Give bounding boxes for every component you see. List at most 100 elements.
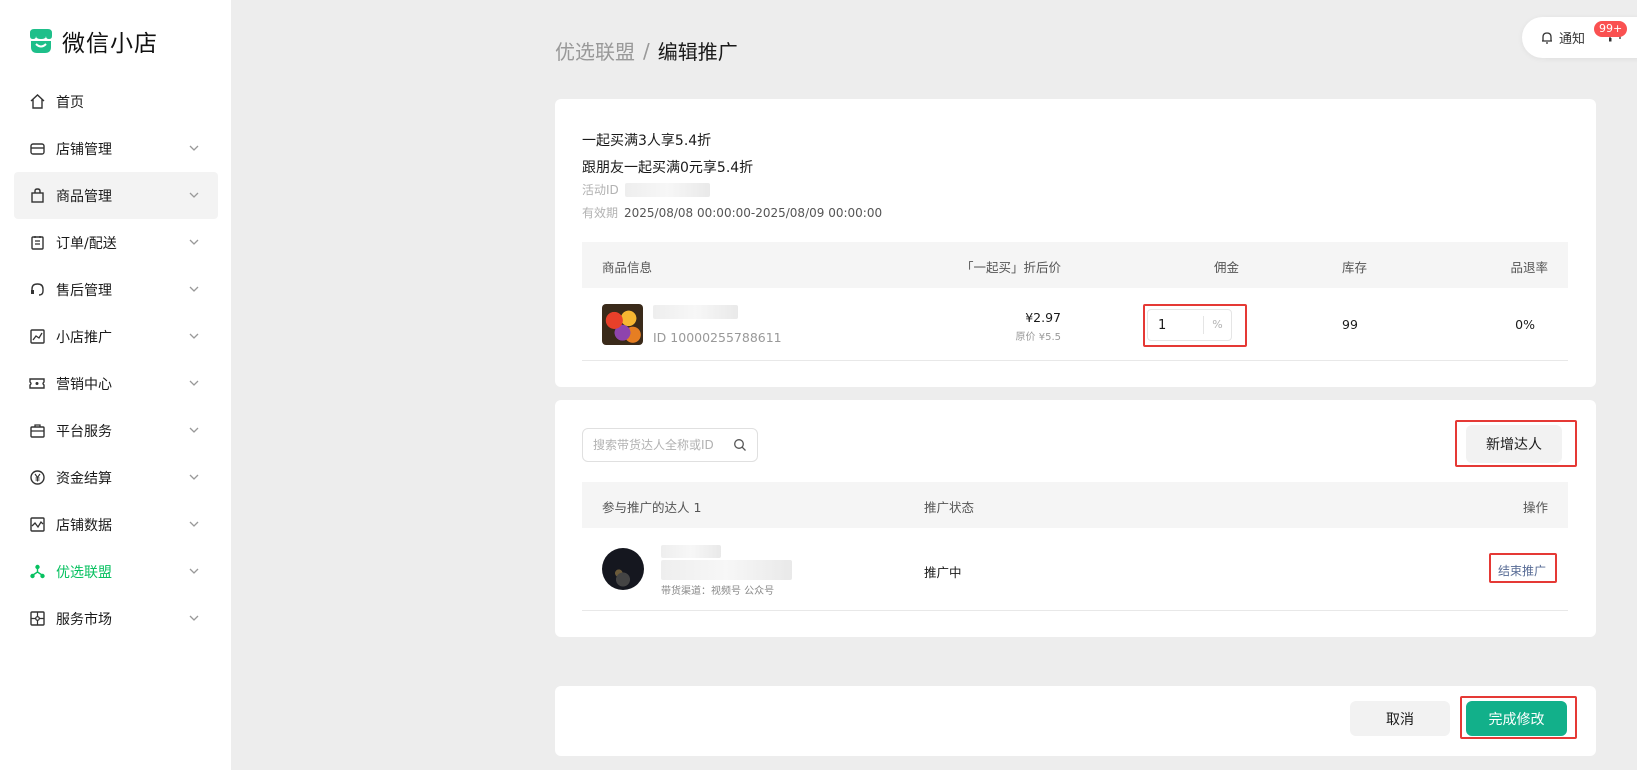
highlight-end-promotion [1489,553,1557,583]
sidebar-item-products[interactable]: 商品管理 [14,172,218,219]
trend-chart-icon [28,328,46,346]
sidebar-item-orders[interactable]: 订单/配送 [14,219,218,266]
store-icon [28,140,46,158]
promotion-status: 推广中 [924,565,962,580]
chevron-down-icon [189,615,199,621]
sidebar-item-label: 优选联盟 [56,564,112,581]
influencer-channels: 带货渠道：视频号 公众号 [661,586,775,597]
sidebar-item-marketing[interactable]: 营销中心 [14,360,218,407]
chevron-down-icon [189,474,199,480]
sidebar-item-aftersale[interactable]: 售后管理 [14,266,218,313]
influencer-table-header: 参与推广的达人 1 推广状态 操作 [582,482,1568,528]
chevron-down-icon [189,521,199,527]
sidebar: 微信小店 首页 店铺管理 商品管理 订单/配送 售后管理 小店推广 营销中心 平… [0,0,231,770]
chevron-down-icon [189,380,199,386]
footer-actions: 取消 完成修改 [555,686,1596,756]
line-chart-icon [28,516,46,534]
bell-icon[interactable] [1540,31,1554,45]
app-title: 微信小店 [62,31,158,57]
activity-title-2: 跟朋友一起买满0元享5.4折 [582,160,754,176]
validity-row: 有效期 2025/08/08 00:00:00-2025/08/09 00:00… [582,204,882,221]
influencer-id-redacted [661,560,792,580]
briefcase-icon [28,422,46,440]
sidebar-nav: 首页 店铺管理 商品管理 订单/配送 售后管理 小店推广 营销中心 平台服务 资… [14,78,218,642]
breadcrumb-parent[interactable]: 优选联盟 [555,36,635,65]
home-icon [28,93,46,111]
shopping-bag-icon [28,187,46,205]
breadcrumb-separator: / [643,38,650,63]
sidebar-item-store-data[interactable]: 店铺数据 [14,501,218,548]
activity-id-row: 活动ID [582,181,710,198]
chevron-down-icon [189,239,199,245]
product-original-price: 原价 ¥5.5 [1015,332,1061,343]
col-ops: 操作 [1522,500,1548,515]
chevron-down-icon [189,145,199,151]
sidebar-item-alliance[interactable]: 优选联盟 [14,548,218,595]
sidebar-item-label: 服务市场 [56,611,112,628]
chevron-down-icon [189,333,199,339]
product-id: ID 10000255788611 [653,330,782,345]
sidebar-item-label: 店铺管理 [56,141,112,158]
activity-title-1: 一起买满3人享5.4折 [582,133,712,149]
activity-card: 一起买满3人享5.4折 跟朋友一起买满0元享5.4折 活动ID 有效期 2025… [555,99,1596,387]
col-stock: 库存 [1342,260,1368,275]
highlight-complete [1460,696,1577,739]
sidebar-item-label: 小店推广 [56,329,112,346]
sidebar-item-label: 售后管理 [56,282,112,299]
sidebar-item-platform-service[interactable]: 平台服务 [14,407,218,454]
table-row: ID 10000255788611 ¥2.97 原价 ¥5.5 % 99 0% [582,288,1568,361]
notification-badge: 99+ [1594,21,1628,37]
influencer-search [582,428,758,462]
chevron-down-icon [189,427,199,433]
brand[interactable]: 微信小店 [27,24,158,58]
sidebar-item-label: 商品管理 [56,188,112,205]
avatar[interactable] [602,548,644,590]
sidebar-item-label: 店铺数据 [56,517,112,534]
page-title: 编辑推广 [657,40,738,64]
puzzle-icon [28,610,46,628]
sidebar-item-service-market[interactable]: 服务市场 [14,595,218,642]
sidebar-item-label: 资金结算 [56,470,112,487]
chevron-down-icon [189,286,199,292]
product-refund-rate: 0% [1515,317,1535,332]
highlight-commission [1143,304,1247,347]
product-stock: 99 [1342,317,1358,332]
col-status: 推广状态 [924,500,975,515]
col-commission: 佣金 [1214,260,1240,275]
col-refund: 品退率 [1510,260,1548,275]
sidebar-item-promotion[interactable]: 小店推广 [14,313,218,360]
sidebar-item-label: 订单/配送 [56,235,117,252]
product-name-redacted [653,305,738,319]
wechat-store-logo-icon [30,29,52,53]
influencer-name-redacted [661,545,721,558]
network-icon [28,563,46,581]
headset-icon [28,281,46,299]
sidebar-item-label: 首页 [56,94,84,111]
notification-label[interactable]: 通知 [1559,28,1585,47]
col-price: 「一起买」折后价 [960,260,1061,275]
sidebar-item-home[interactable]: 首页 [14,78,218,125]
ticket-icon [28,375,46,393]
breadcrumb: 优选联盟 / 编辑推广 [555,36,738,65]
product-table-header: 商品信息 「一起买」折后价 佣金 库存 品退率 [582,242,1568,288]
highlight-add-influencer [1455,420,1577,467]
yuan-circle-icon [28,469,46,487]
search-input[interactable] [593,438,723,452]
search-icon[interactable] [733,438,747,452]
product-price: ¥2.97 [1025,310,1061,325]
sidebar-item-settlement[interactable]: 资金结算 [14,454,218,501]
sidebar-item-store[interactable]: 店铺管理 [14,125,218,172]
col-participants: 参与推广的达人 1 [602,500,702,515]
product-image[interactable] [602,304,643,345]
validity-label: 有效期 [582,206,619,220]
chevron-down-icon [189,568,199,574]
sidebar-item-label: 营销中心 [56,376,112,393]
validity-value: 2025/08/08 00:00:00-2025/08/09 00:00:00 [624,205,883,220]
clipboard-icon [28,234,46,252]
influencer-card: 新增达人 参与推广的达人 1 推广状态 操作 带货渠道：视频号 公众号 推广中 … [555,400,1596,637]
col-product-info: 商品信息 [602,260,653,275]
cancel-button[interactable]: 取消 [1350,701,1450,736]
activity-id-label: 活动ID [582,183,619,197]
chevron-down-icon [189,192,199,198]
activity-id-redacted [624,182,710,197]
